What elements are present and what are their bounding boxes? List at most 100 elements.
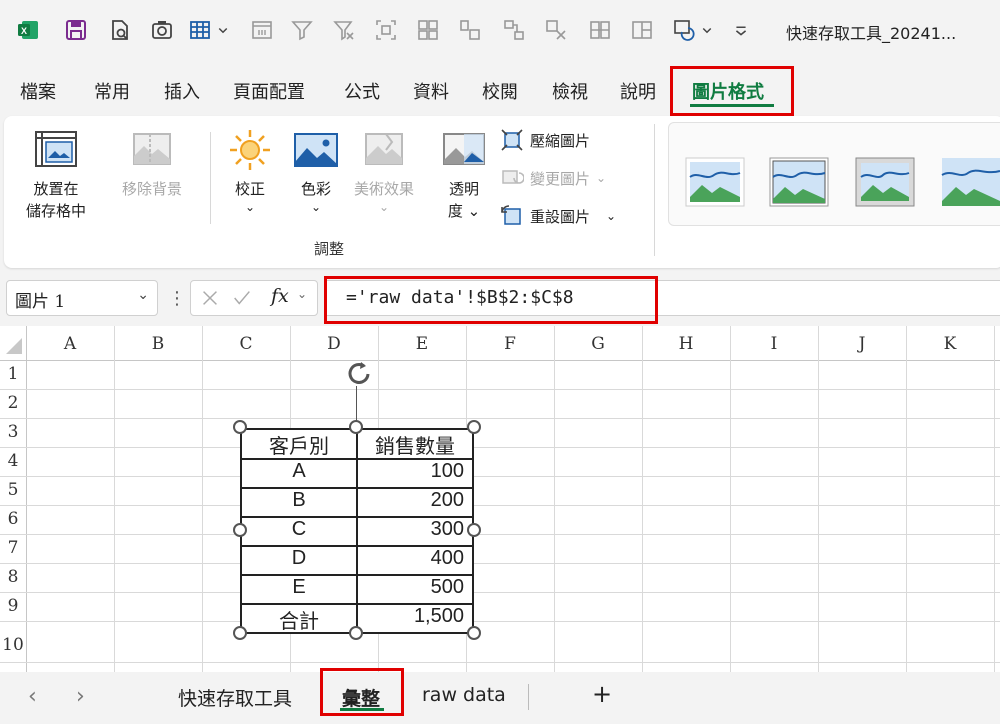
row-header-10[interactable]: 10 — [0, 635, 26, 655]
bring-forward-icon[interactable] — [670, 16, 698, 44]
connector-icon[interactable] — [500, 16, 528, 44]
change-picture-button[interactable]: 變更圖片 ⌄ — [500, 166, 606, 190]
reset-picture-button[interactable]: 重設圖片 ⌄ — [500, 204, 616, 228]
print-preview-icon[interactable] — [106, 16, 134, 44]
column-header-k[interactable]: K — [906, 330, 994, 358]
resize-handle-left[interactable] — [233, 523, 247, 537]
row-header-5[interactable]: 5 — [0, 480, 26, 500]
rotate-handle-icon[interactable] — [340, 360, 380, 390]
active-sheet-underline — [340, 708, 384, 711]
column-header-d[interactable]: D — [290, 330, 378, 358]
resize-handle-top-left[interactable] — [233, 420, 247, 434]
picture-color-icon — [294, 133, 338, 167]
select-all-corner[interactable] — [4, 336, 24, 356]
group-icon[interactable] — [414, 16, 442, 44]
row-header-2[interactable]: 2 — [0, 393, 26, 413]
sheet-tab-summary[interactable]: 彙整 — [342, 684, 380, 711]
tab-help[interactable]: 說明 — [620, 78, 656, 104]
adjust-group-label: 調整 — [314, 240, 345, 258]
customize-qat-icon[interactable] — [730, 16, 752, 44]
picture-style-thumb[interactable] — [941, 157, 1000, 207]
change-picture-icon — [502, 170, 524, 184]
resize-handle-bottom-right[interactable] — [467, 626, 481, 640]
name-box[interactable]: 圖片 1 ⌄ — [6, 280, 158, 316]
column-header-b[interactable]: B — [114, 330, 202, 358]
resize-handle-top[interactable] — [349, 420, 363, 434]
tab-formulas[interactable]: 公式 — [344, 78, 380, 104]
gridline — [0, 592, 1000, 593]
column-header-a[interactable]: A — [26, 330, 114, 358]
column-header-i[interactable]: I — [730, 330, 818, 358]
resize-handle-bottom-left[interactable] — [233, 626, 247, 640]
resize-handle-top-right[interactable] — [467, 420, 481, 434]
tab-home[interactable]: 常用 — [94, 78, 130, 104]
add-sheet-button[interactable]: + — [592, 680, 612, 708]
separator — [654, 124, 655, 256]
dropdown-chevron-icon[interactable] — [214, 16, 232, 44]
next-sheet-icon[interactable]: › — [76, 684, 85, 709]
picture-style-thumb[interactable] — [769, 157, 829, 207]
cancel-icon[interactable] — [199, 287, 221, 309]
column-header-j[interactable]: J — [818, 330, 906, 358]
column-header-h[interactable]: H — [642, 330, 730, 358]
insert-function-icon[interactable]: fx — [271, 285, 289, 307]
row-header-6[interactable]: 6 — [0, 509, 26, 529]
color-button[interactable]: 色彩 ⌄ — [292, 126, 340, 214]
column-header-g[interactable]: G — [554, 330, 642, 358]
save-icon[interactable] — [62, 16, 90, 44]
linked-picture[interactable]: 客戶別 銷售數量 A 100 B 200 C 300 D 400 E 500 合… — [240, 428, 474, 634]
compress-pictures-button[interactable]: 壓縮圖片 — [500, 128, 590, 152]
resize-handle-bottom[interactable] — [349, 626, 363, 640]
confirm-icon[interactable] — [231, 287, 253, 309]
table-cell-customer: E — [292, 576, 306, 598]
chevron-down-icon[interactable]: ⌄ — [297, 287, 307, 301]
row-header-8[interactable]: 8 — [0, 567, 26, 587]
formula-input[interactable]: ='raw data'!$B$2:$C$8 — [326, 280, 1000, 316]
select-objects-icon[interactable] — [372, 16, 400, 44]
column-header-e[interactable]: E — [378, 330, 466, 358]
column-header-f[interactable]: F — [466, 330, 554, 358]
corrections-label: 校正 — [234, 180, 265, 198]
align-icon[interactable] — [456, 16, 484, 44]
table-cell-sales: 200 — [430, 489, 464, 511]
freeze-panes-icon[interactable] — [248, 16, 276, 44]
tab-data[interactable]: 資料 — [413, 78, 449, 104]
previous-sheet-icon[interactable]: ‹ — [28, 684, 37, 709]
sheet-tab-raw-data[interactable]: raw data — [422, 684, 506, 706]
transparency-button[interactable]: 透明 度 ⌄ — [440, 126, 488, 222]
row-header-1[interactable]: 1 — [0, 364, 26, 384]
camera-icon[interactable] — [148, 16, 176, 44]
tab-insert[interactable]: 插入 — [164, 78, 200, 104]
clear-filter-icon[interactable] — [330, 16, 358, 44]
tab-page-layout[interactable]: 頁面配置 — [233, 78, 305, 104]
ribbon-panel: 放置在 儲存格中 移除背景 校正 ⌄ 色彩 ⌄ 美術效果 ⌄ 透明 度 ⌄ 壓縮… — [4, 116, 1000, 268]
place-in-cell-button[interactable]: 放置在 儲存格中 — [26, 126, 86, 222]
row-header-7[interactable]: 7 — [0, 538, 26, 558]
chevron-down-icon[interactable]: ⌄ — [137, 287, 149, 303]
split-icon[interactable] — [628, 16, 656, 44]
remove-background-button[interactable]: 移除背景 — [122, 126, 182, 200]
picture-style-thumb[interactable] — [685, 157, 745, 207]
column-header-c[interactable]: C — [202, 330, 290, 358]
quick-access-toolbar: X 快速存取工具_20241... — [0, 0, 1000, 62]
table-grid-icon[interactable] — [186, 16, 214, 44]
tab-picture-format[interactable]: 圖片格式 — [692, 78, 764, 104]
corrections-button[interactable]: 校正 ⌄ — [226, 126, 274, 214]
more-options-icon[interactable]: ⋮ — [168, 288, 186, 309]
filter-icon[interactable] — [288, 16, 316, 44]
row-header-4[interactable]: 4 — [0, 451, 26, 471]
tab-file[interactable]: 檔案 — [20, 78, 56, 104]
tab-review[interactable]: 校閱 — [482, 78, 518, 104]
crop-icon[interactable] — [542, 16, 570, 44]
resize-handle-right[interactable] — [467, 523, 481, 537]
row-header-9[interactable]: 9 — [0, 596, 26, 616]
chevron-down-icon: ⌄ — [310, 200, 322, 214]
picture-style-thumb[interactable] — [855, 157, 915, 207]
tab-view[interactable]: 檢視 — [552, 78, 588, 104]
dropdown-chevron-icon[interactable] — [698, 16, 716, 44]
sheet-tab-quick-access[interactable]: 快速存取工具 — [178, 684, 292, 711]
worksheet-grid[interactable]: A B C D E F G H I J K 1 2 3 4 5 6 7 8 9 … — [0, 326, 1000, 672]
row-header-3[interactable]: 3 — [0, 422, 26, 442]
distribute-icon[interactable] — [586, 16, 614, 44]
artistic-effects-button[interactable]: 美術效果 ⌄ — [354, 126, 414, 214]
